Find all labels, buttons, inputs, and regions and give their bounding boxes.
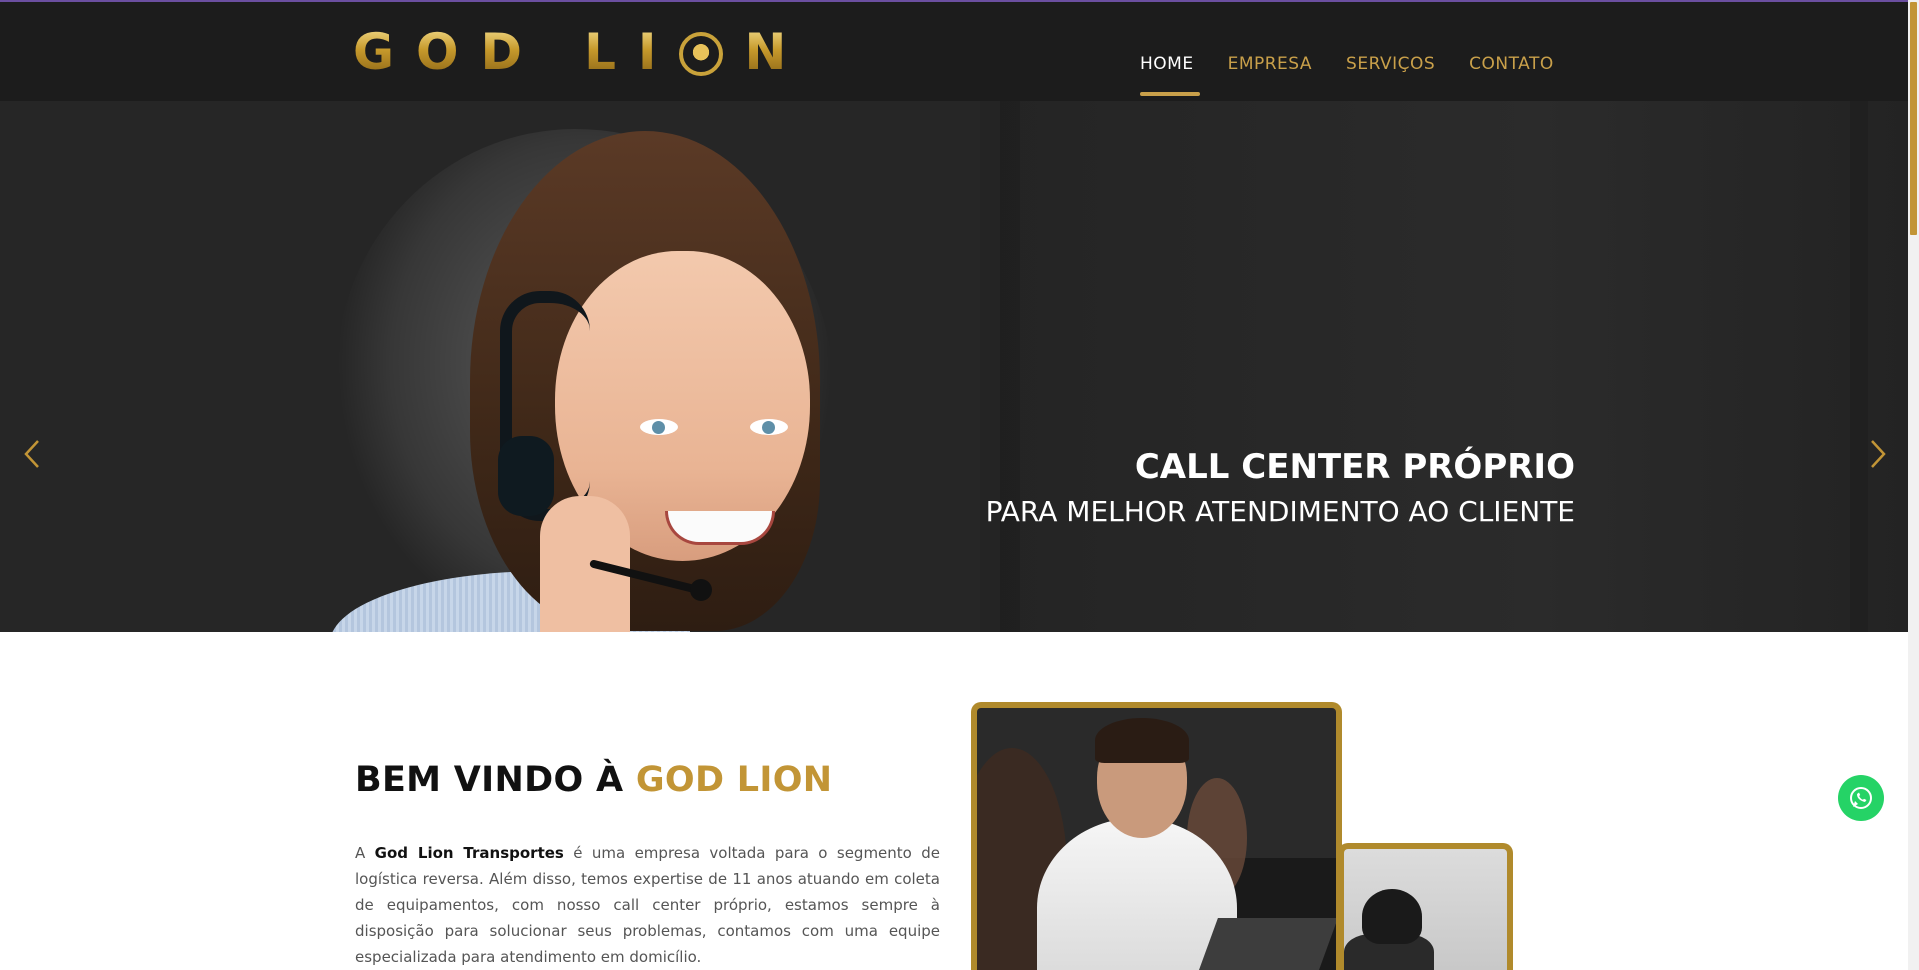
whatsapp-icon[interactable] xyxy=(1838,775,1884,821)
site-header: GOD LI N HOME EMPRESA SERVIÇOS CONTATO xyxy=(0,2,1908,101)
welcome-heading-accent: GOD LION xyxy=(635,760,833,800)
nav-active-indicator xyxy=(1140,92,1200,96)
logo-word-god: GOD xyxy=(353,23,545,81)
nav-contato[interactable]: CONTATO xyxy=(1469,54,1554,74)
company-name: God Lion Transportes xyxy=(374,844,564,862)
logo-word-li: LI xyxy=(584,23,679,81)
chevron-right-icon[interactable] xyxy=(1866,435,1890,473)
page: GOD LI N HOME EMPRESA SERVIÇOS CONTATO C… xyxy=(0,0,1919,970)
logo[interactable]: GOD LI N xyxy=(353,26,808,78)
nav-empresa[interactable]: EMPRESA xyxy=(1228,54,1312,74)
hero-title: CALL CENTER PRÓPRIO xyxy=(1134,447,1575,487)
lion-emblem-icon xyxy=(678,32,723,76)
motorcyclist-photo xyxy=(1338,843,1513,970)
call-center-photo xyxy=(971,702,1342,970)
welcome-heading: BEM VINDO À GOD LION xyxy=(355,760,833,800)
hero-carousel: CALL CENTER PRÓPRIO PARA MELHOR ATENDIME… xyxy=(0,101,1908,632)
scrollbar-thumb[interactable] xyxy=(1910,2,1917,235)
welcome-paragraph: A God Lion Transportes é uma empresa vol… xyxy=(355,844,940,966)
main-nav: HOME EMPRESA SERVIÇOS CONTATO xyxy=(1140,54,1588,74)
chevron-left-icon[interactable] xyxy=(20,435,44,473)
logo-word-n: N xyxy=(744,23,809,81)
hero-subtitle: PARA MELHOR ATENDIMENTO AO CLIENTE xyxy=(985,495,1575,528)
nav-servicos[interactable]: SERVIÇOS xyxy=(1346,54,1435,74)
nav-home[interactable]: HOME xyxy=(1140,54,1194,74)
hero-person-hand xyxy=(540,496,630,632)
